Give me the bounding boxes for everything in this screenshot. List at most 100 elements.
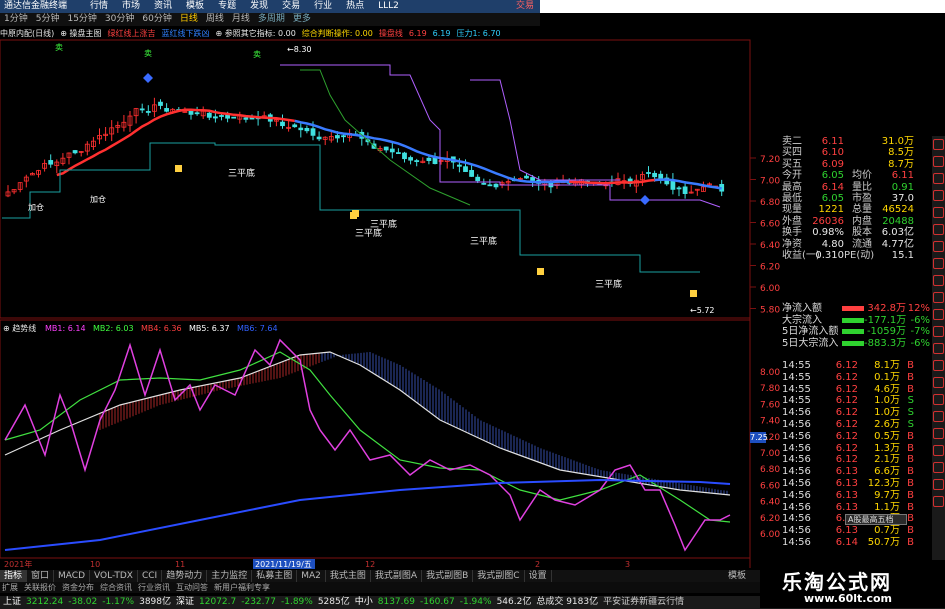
- indicator-tab[interactable]: 主力监控: [207, 570, 253, 582]
- candle-body: [487, 184, 493, 187]
- quote-row: 最低 6.05 市盈 37.0: [782, 193, 930, 204]
- tick-row: 14:55 6.12 0.1万 B: [782, 372, 930, 384]
- quote-label: PE(动): [844, 249, 875, 261]
- index-name[interactable]: 深证: [176, 596, 194, 609]
- tool-icon[interactable]: [933, 258, 944, 269]
- candle-body: [292, 124, 298, 128]
- info-tab[interactable]: 新用户福利专享: [214, 582, 270, 593]
- indicator-tab[interactable]: 指标: [0, 570, 28, 582]
- quote-label: 总量: [852, 204, 872, 216]
- info-tab[interactable]: 综合资讯: [100, 582, 132, 593]
- info-tab[interactable]: 行业资讯: [138, 582, 170, 593]
- indicator-tab[interactable]: CCI: [138, 570, 163, 582]
- info-tab[interactable]: 关联报价: [24, 582, 56, 593]
- signal-marker: [537, 268, 544, 275]
- watermark-title: 乐淘公式网: [782, 570, 892, 594]
- indicator-tab[interactable]: 我式副图B: [422, 570, 474, 582]
- indicator-tab[interactable]: VOL-TDX: [90, 570, 138, 582]
- tool-icon[interactable]: [933, 462, 944, 473]
- candle-body: [475, 176, 481, 182]
- tool-icon[interactable]: [933, 428, 944, 439]
- tool-icon[interactable]: [933, 292, 944, 303]
- indicator-tab[interactable]: 我式副图C: [473, 570, 525, 582]
- indicator-tab[interactable]: 趋势动力: [162, 570, 208, 582]
- resistance-line: [470, 79, 620, 181]
- tool-icon[interactable]: [933, 190, 944, 201]
- quote-label: 流通: [852, 238, 872, 250]
- tick-row: 14:56 6.13 9.7万 B: [782, 490, 930, 502]
- indicator-tab[interactable]: MA2: [297, 570, 326, 582]
- news-ticker[interactable]: 平安证券新疆云行情: [603, 596, 684, 609]
- tick-time: 14:56: [782, 477, 811, 489]
- tool-icon[interactable]: [933, 394, 944, 405]
- tool-icon[interactable]: [933, 309, 944, 320]
- tool-icon[interactable]: [933, 139, 944, 150]
- tool-icon[interactable]: [933, 377, 944, 388]
- date-axis-label: 2021/11/19/五: [255, 560, 312, 569]
- flow-bar: [842, 329, 864, 335]
- tick-price: 6.12: [835, 360, 858, 371]
- level2-popup[interactable]: A股最高五档: [845, 514, 907, 525]
- flow-bar: [842, 306, 864, 311]
- info-tab[interactable]: 资金分布: [62, 582, 94, 593]
- candle-body: [231, 116, 237, 119]
- tool-icon[interactable]: [933, 224, 944, 235]
- tick-side: B: [907, 466, 914, 478]
- index-name[interactable]: 中小: [355, 596, 373, 609]
- quote-label: [844, 136, 874, 147]
- flow-bar: [842, 340, 864, 346]
- template-button[interactable]: 模板: [728, 570, 746, 582]
- quote-value: 6.11: [891, 170, 914, 182]
- tick-time: 14:56: [782, 418, 811, 430]
- candle-body: [676, 187, 682, 190]
- indicator-tab[interactable]: 我式副图A: [371, 570, 423, 582]
- pattern-annotation: 三平底: [595, 278, 622, 290]
- tool-icon[interactable]: [933, 207, 944, 218]
- info-tab[interactable]: 扩展: [2, 582, 18, 593]
- tick-time: 14:56: [782, 454, 811, 466]
- tick-volume: 1.1万: [874, 501, 900, 513]
- tool-icon[interactable]: [933, 275, 944, 286]
- indicator-tab[interactable]: MACD: [54, 570, 91, 582]
- index-value: 12072.7: [199, 597, 237, 607]
- candle-body: [530, 177, 535, 181]
- tool-icon[interactable]: [933, 156, 944, 167]
- price-axis-label: 6.20: [760, 263, 780, 273]
- tick-volume: 9.7万: [874, 489, 900, 501]
- indicator-tab[interactable]: 私募主图: [252, 570, 298, 582]
- indicator-tab[interactable]: 窗口: [27, 570, 55, 582]
- price-axis-label: 6.80: [760, 198, 780, 208]
- candle-body: [206, 112, 212, 118]
- tool-icon[interactable]: [933, 173, 944, 184]
- tool-icon[interactable]: [933, 360, 944, 371]
- tick-time: 14:55: [782, 360, 811, 371]
- tool-icon[interactable]: [933, 411, 944, 422]
- indicator-tab[interactable]: 设置: [525, 570, 552, 582]
- tool-icon[interactable]: [933, 241, 944, 252]
- candle-body: [469, 170, 475, 177]
- candle-body: [72, 150, 78, 154]
- quote-label: 买四: [782, 147, 802, 159]
- index-change: -38.02: [68, 597, 98, 607]
- tool-icon[interactable]: [933, 343, 944, 354]
- indicator-tab[interactable]: 我式主图: [326, 570, 371, 582]
- tick-row: 14:56 6.12 0.5万 B: [782, 431, 930, 443]
- tick-time: 14:56: [782, 501, 811, 513]
- quote-value: 6.05: [821, 192, 844, 204]
- indicator-tabs: 指标 窗口 MACD VOL-TDX CCI 趋势动力 主力监控 私募主图 MA2 我式主图 我式副…: [0, 570, 760, 582]
- sub-legend-item: MB5: 6.37: [189, 324, 230, 333]
- tool-icon[interactable]: [933, 326, 944, 337]
- index-name[interactable]: 上证: [3, 596, 21, 609]
- tick-row: 14:56 6.12 2.1万 B: [782, 454, 930, 466]
- tool-icon[interactable]: [933, 479, 944, 490]
- flow-bar: [842, 317, 864, 323]
- quote-value: 15.1: [891, 249, 914, 261]
- tool-icon[interactable]: [933, 445, 944, 456]
- watermark-url: www.60lt.com: [804, 592, 893, 605]
- tick-row: 14:56 6.14 50.7万 B: [782, 537, 930, 549]
- info-tab[interactable]: 互动问答: [176, 582, 208, 593]
- tick-price: 6.13: [835, 501, 858, 513]
- tool-icon[interactable]: [933, 496, 944, 507]
- high-label: ←8.30: [287, 45, 312, 54]
- tick-side: B: [907, 536, 914, 548]
